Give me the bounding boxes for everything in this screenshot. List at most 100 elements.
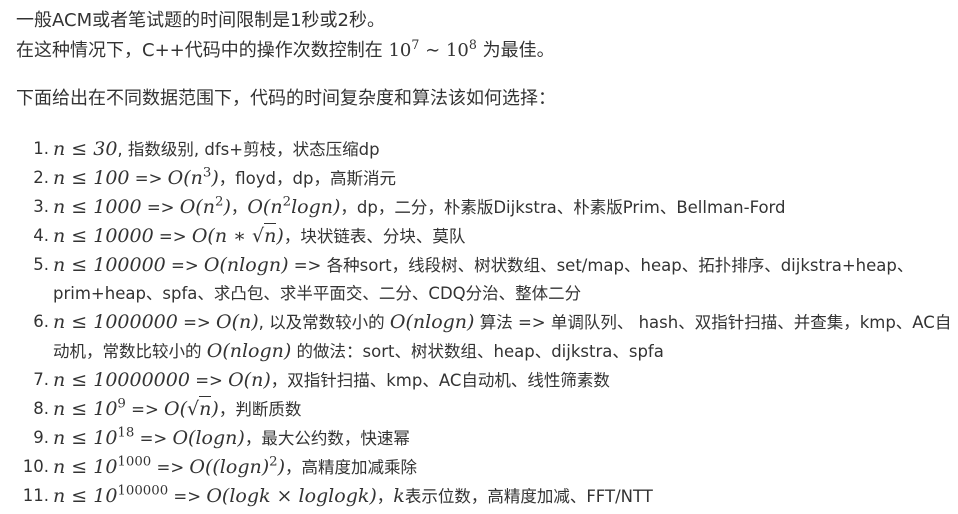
arrow: => (168, 487, 207, 506)
complexity-base: O((logn) (189, 456, 270, 478)
arrow: => (134, 429, 173, 448)
complexity-base: O(n ∗ √ (191, 225, 265, 247)
complexity-formula: O(nlogn) (203, 254, 289, 276)
complexity-exponent: 2 (282, 194, 292, 210)
arrow: => (141, 198, 180, 217)
list-item: 3. n ≤ 1000 => O(n2)，O(n2logn)，dp，二分，朴素版… (16, 193, 948, 222)
complexity-exponent: 2 (269, 454, 278, 470)
complexity-formula: O(n3) (168, 167, 219, 189)
complexity-formula-2: O(nlogn) (389, 311, 475, 333)
complexity-formula: O(n) (216, 311, 259, 333)
list-item-number: 10. (22, 457, 49, 476)
formula-tilde: ∼ (425, 40, 441, 61)
list-item-text: 表示位数，高精度加减、FFT/NTT (404, 487, 653, 506)
arrow: => (125, 400, 165, 419)
list-item-text: ，判断质数 (218, 400, 302, 419)
list-item-text: ，双指针扫描、kmp、AC自动机、线性筛素数 (270, 371, 610, 390)
complexity-tail: ) (223, 196, 231, 218)
arrow: => (151, 458, 190, 477)
complexity-formula: O((logn)2) (189, 456, 285, 478)
condition-exponent: 18 (117, 425, 135, 441)
condition-exponent: 100000 (117, 483, 169, 499)
complexity-tail: ) (211, 398, 219, 420)
arrow: => (165, 256, 204, 275)
range-condition: n ≤ 1018 (53, 427, 134, 449)
list-item-continuation: 动机，常数比较小的 O(nlogn) 的做法：sort、树状数组、heap、di… (53, 337, 948, 366)
continuation-text: 动机，常数比较小的 (53, 342, 207, 361)
continuation-formula: O(nlogn) (206, 340, 292, 362)
list-item-number: 9. (33, 428, 49, 447)
complexity-base: O(n (179, 196, 215, 218)
list-item: 8. n ≤ 109 => O(√n)，判断质数 (16, 395, 948, 424)
condition-base: n ≤ 10 (53, 485, 118, 507)
complexity-tail: logn) (291, 196, 341, 218)
list-item: 6. n ≤ 1000000 => O(n), 以及常数较小的 O(nlogn)… (16, 308, 951, 366)
list-item-text: , 以及常数较小的 (258, 313, 390, 332)
complexity-base: O(n (247, 196, 283, 218)
complexity-formula: O(n) (228, 369, 271, 391)
list-item-text: ，dp，二分，朴素版Dijkstra、朴素版Prim、Bellman-Ford (340, 198, 786, 217)
arrow: => (177, 313, 216, 332)
complexity-formula: O(logk × loglogk) (206, 485, 377, 507)
complexity-tail: ) (277, 456, 286, 478)
list-item: 2. n ≤ 100 => O(n3)，floyd，dp，高斯消元 (16, 164, 948, 193)
condition-base: n ≤ 10 (53, 398, 118, 420)
continuation-text-2: 的做法：sort、树状数组、heap、dijkstra、spfa (291, 342, 664, 361)
condition-exponent: 9 (117, 396, 126, 412)
complexity-tail: ) (276, 225, 284, 247)
list-item: 11. n ≤ 10100000 => O(logk × loglogk)，k表… (16, 482, 948, 511)
list-item-continuation: prim+heap、spfa、求凸包、求半平面交、二分、CDQ分治、整体二分 (53, 284, 582, 303)
complexity-rule-list: 1. n ≤ 30, 指数级别, dfs+剪枝，状态压缩dp 2. n ≤ 10… (16, 135, 952, 511)
complexity-formula: O(n2) (180, 196, 231, 218)
range-condition: n ≤ 109 (53, 398, 126, 420)
arrow: => (129, 169, 168, 188)
list-item-number: 11. (22, 486, 49, 505)
list-item-text: , 指数级别, dfs+剪枝，状态压缩dp (117, 140, 380, 159)
list-item-text: ，高精度加减乘除 (285, 458, 418, 477)
list-item-number: 2. (33, 168, 49, 187)
complexity-base: O(n (167, 167, 203, 189)
separator: ， (230, 198, 248, 217)
list-item: 4. n ≤ 10000 => O(n ∗ √n)，块状链表、分块、莫队 (16, 222, 948, 251)
range-condition: n ≤ 10000 (53, 225, 154, 247)
sqrt-radicand: n (264, 223, 277, 247)
range-condition: n ≤ 30 (53, 138, 118, 160)
formula-exp-b: 8 (468, 37, 477, 53)
list-item-text: ，floyd，dp，高斯消元 (218, 169, 396, 188)
intro-line-1: 一般ACM或者笔试题的时间限制是1秒或2秒。 (16, 6, 948, 36)
intro-line-1-text: 一般ACM或者笔试题的时间限制是1秒或2秒。 (16, 10, 385, 31)
intro-line-2-suffix: 为最佳。 (482, 40, 555, 61)
list-item-number: 3. (33, 197, 49, 216)
range-condition: n ≤ 100000 (53, 254, 166, 276)
condition-base: n ≤ 10 (53, 456, 118, 478)
range-condition: n ≤ 101000 (53, 456, 151, 478)
formula-exp-a: 7 (411, 37, 420, 53)
list-item: 1. n ≤ 30, 指数级别, dfs+剪枝，状态压缩dp (16, 135, 948, 164)
condition-base: n ≤ 10 (53, 427, 118, 449)
list-item-number: 5. (33, 255, 49, 274)
range-condition: n ≤ 1000000 (53, 311, 178, 333)
operation-range-formula: 107 ∼ 108 (388, 37, 477, 61)
list-item-text: ，块状链表、分块、莫队 (283, 227, 466, 246)
complexity-tail: ) (211, 167, 219, 189)
subheading-text: 下面给出在不同数据范围下，代码的时间复杂度和算法该如何选择： (16, 88, 556, 109)
condition-exponent: 1000 (117, 454, 152, 470)
complexity-formula: O(√n) (164, 396, 219, 420)
intro-line-2-prefix: 在这种情况下，C++代码中的操作次数控制在 (16, 40, 383, 61)
range-condition: n ≤ 10100000 (53, 485, 168, 507)
formula-base-b: 10 (445, 40, 469, 61)
list-item: 7. n ≤ 10000000 => O(n)，双指针扫描、kmp、AC自动机、… (16, 366, 948, 395)
range-condition: n ≤ 100 (53, 167, 130, 189)
list-item-number: 7. (33, 370, 49, 389)
intro-line-2: 在这种情况下，C++代码中的操作次数控制在 107 ∼ 108 为最佳。 (16, 36, 948, 66)
subheading: 下面给出在不同数据范围下，代码的时间复杂度和算法该如何选择： (16, 84, 948, 114)
range-condition: n ≤ 10000000 (53, 369, 190, 391)
formula-base-a: 10 (388, 40, 412, 61)
complexity-formula-2: O(n2logn) (247, 196, 340, 218)
article-body: 一般ACM或者笔试题的时间限制是1秒或2秒。 在这种情况下，C++代码中的操作次… (0, 0, 958, 514)
sqrt-radicand: n (199, 396, 212, 420)
arrow: => (153, 227, 192, 246)
arrow: => (189, 371, 229, 390)
list-item: 9. n ≤ 1018 => O(logn)，最大公约数，快速幂 (16, 424, 948, 453)
list-item-text: => 各种sort，线段树、树状数组、set/map、heap、拓扑排序、dij… (288, 256, 914, 275)
